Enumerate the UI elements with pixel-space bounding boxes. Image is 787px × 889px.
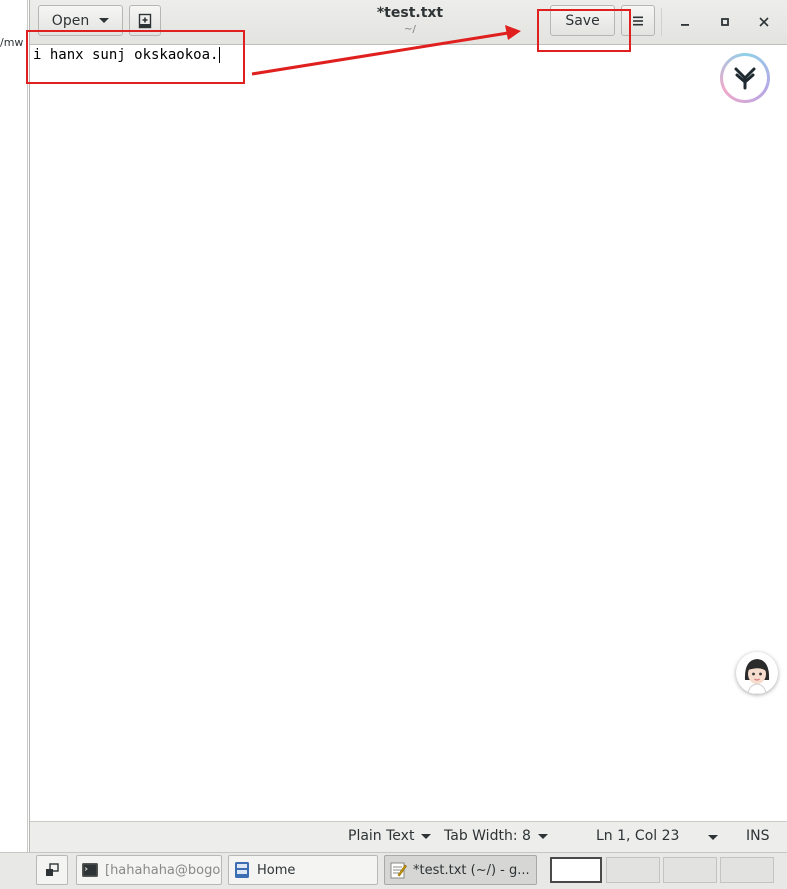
workspace-2[interactable] xyxy=(606,857,660,883)
maximize-icon xyxy=(721,18,729,26)
chevron-down-icon xyxy=(537,833,548,839)
taskbar-item-terminal[interactable]: [hahahaha@bogo... xyxy=(76,855,222,885)
taskbar-item-label: Home xyxy=(257,862,296,878)
cursor-position[interactable]: Ln 1, Col 23 xyxy=(596,828,679,844)
workspace-4[interactable] xyxy=(720,857,774,883)
show-desktop-icon xyxy=(46,863,59,876)
statusbar: Plain Text Tab Width: 8 Ln 1, Col 23 INS xyxy=(30,821,787,853)
headerbar-separator xyxy=(661,8,662,36)
chevron-down-icon xyxy=(99,18,110,23)
tab-width-label: Tab Width: 8 xyxy=(444,828,531,844)
maximize-button[interactable] xyxy=(713,10,737,34)
text-editor-icon xyxy=(390,862,407,879)
taskbar-item-label: [hahahaha@bogo... xyxy=(105,862,222,878)
insert-mode-indicator: INS xyxy=(746,828,770,844)
open-button-label: Open xyxy=(51,12,90,29)
close-icon xyxy=(759,17,769,27)
taskbar-item-gedit[interactable]: *test.txt (~/) - g... xyxy=(384,855,537,885)
chevron-down-icon[interactable] xyxy=(708,835,718,840)
hamburger-icon xyxy=(633,16,643,25)
window-subtitle: ~/ xyxy=(404,24,416,35)
text-editor-area[interactable]: i hanx sunj okskaokoa. xyxy=(30,45,787,821)
close-button[interactable] xyxy=(752,10,776,34)
show-desktop-button[interactable] xyxy=(36,855,68,885)
cursor-position-label: Ln 1, Col 23 xyxy=(596,828,680,844)
taskbar-item-label: *test.txt (~/) - g... xyxy=(413,862,530,878)
window-title: *test.txt xyxy=(376,5,444,21)
taskbar-item-home[interactable]: Home xyxy=(228,855,378,885)
file-manager-icon xyxy=(235,862,249,878)
background-window-text: /mw xyxy=(0,36,24,49)
minimize-button[interactable] xyxy=(673,10,697,34)
gedit-window: Open *test.txt ~/ Save i hanx sunj okska… xyxy=(29,0,787,853)
taskbar: [hahahaha@bogo... Home *test.txt (~/) - … xyxy=(0,852,787,889)
minimize-icon xyxy=(681,24,689,26)
highlight-box-text xyxy=(26,30,245,84)
workspace-1[interactable] xyxy=(550,857,602,883)
workspace-3[interactable] xyxy=(663,857,717,883)
new-document-icon xyxy=(138,13,152,28)
terminal-icon xyxy=(82,863,98,877)
avatar-assistant-button[interactable] xyxy=(736,652,778,694)
background-window-edge: /mw xyxy=(0,0,28,888)
highlight-box-save xyxy=(537,9,631,52)
avatar-icon xyxy=(744,659,770,694)
assistant-logo-button[interactable] xyxy=(720,53,770,103)
language-selector[interactable]: Plain Text xyxy=(348,828,432,844)
chevron-down-icon xyxy=(421,833,432,839)
logo-icon xyxy=(734,67,756,90)
language-label: Plain Text xyxy=(348,828,415,844)
insert-mode-label: INS xyxy=(746,828,770,844)
tab-width-selector[interactable]: Tab Width: 8 xyxy=(444,828,548,844)
